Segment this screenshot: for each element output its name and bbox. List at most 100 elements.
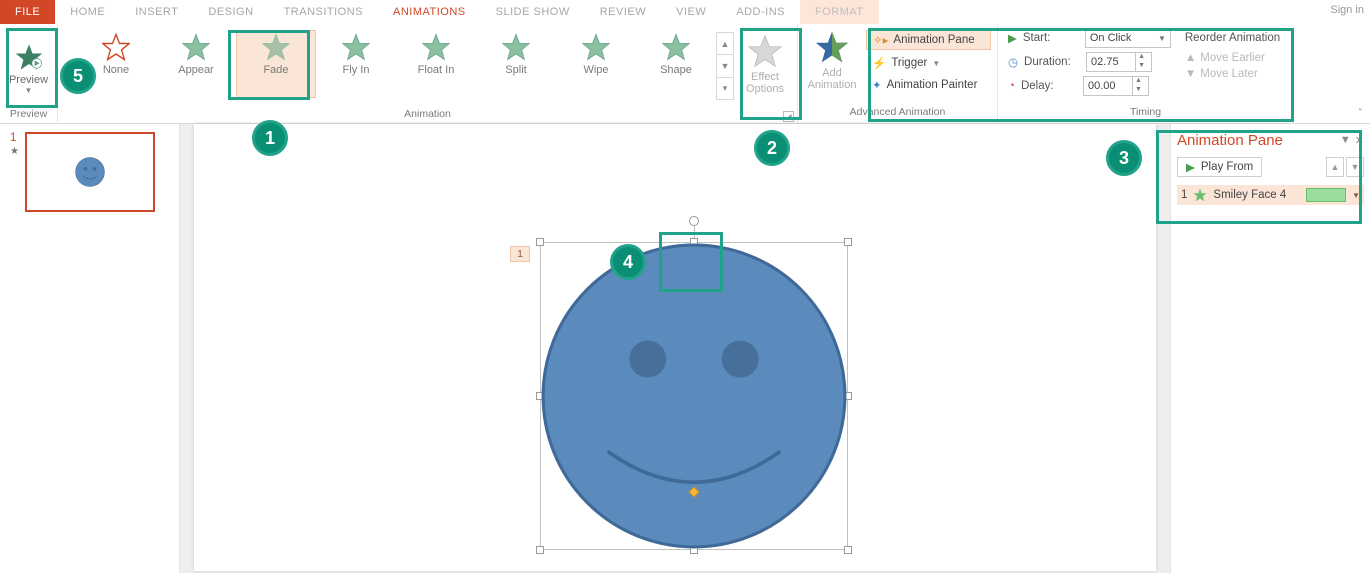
gallery-item-flyin[interactable]: Fly In xyxy=(316,30,396,98)
animation-entry-1[interactable]: 1 Smiley Face 4 ▼ xyxy=(1177,185,1364,205)
tab-home[interactable]: HOME xyxy=(55,0,120,24)
tab-file[interactable]: FILE xyxy=(0,0,55,24)
delay-input[interactable]: 00.00 ▲▼ xyxy=(1083,76,1149,96)
shape-star-icon xyxy=(662,33,690,61)
down-caret-icon: ▼ xyxy=(1185,68,1196,80)
gallery-item-floatin[interactable]: Float In xyxy=(396,30,476,98)
animation-gallery: None Appear Fade Fly In Float In xyxy=(58,26,800,106)
move-earlier-label: Move Earlier xyxy=(1200,52,1265,64)
delay-label: Delay: xyxy=(1021,80,1077,92)
start-play-icon: ▶ xyxy=(1008,31,1017,45)
effect-options-button[interactable]: Effect Options xyxy=(734,30,796,95)
trigger-label: Trigger xyxy=(891,57,927,69)
animation-pane-button[interactable]: ✧▸ Animation Pane xyxy=(866,30,991,50)
group-label-timing: Timing xyxy=(998,106,1293,122)
thumb-anim-star-icon: ★ xyxy=(10,146,19,157)
play-from-button[interactable]: ▶ Play From xyxy=(1177,157,1262,177)
thumb-number: 1 xyxy=(10,132,19,144)
gallery-item-appear[interactable]: Appear xyxy=(156,30,236,98)
preview-button[interactable]: Preview ▼ xyxy=(0,37,57,95)
duration-input[interactable]: 02.75 ▲▼ xyxy=(1086,52,1152,72)
animation-order-tag[interactable]: 1 xyxy=(510,246,530,262)
gallery-label: Appear xyxy=(157,64,235,76)
gallery-scroll-more[interactable]: ▾ xyxy=(717,78,733,99)
group-label-animation: Animation xyxy=(58,108,797,124)
start-label: Start: xyxy=(1023,32,1079,44)
flyin-star-icon xyxy=(342,33,370,61)
effect-options-label: Effect Options xyxy=(734,71,796,95)
smiley-shape-selection[interactable]: 1 xyxy=(540,242,848,550)
gallery-label: Split xyxy=(477,64,555,76)
callout-5: 5 xyxy=(60,58,96,94)
tab-slideshow[interactable]: SLIDE SHOW xyxy=(481,0,585,24)
callout-2: 2 xyxy=(754,130,790,166)
tab-transitions[interactable]: TRANSITIONS xyxy=(269,0,378,24)
gallery-scroll-down[interactable]: ▼ xyxy=(717,55,733,77)
gallery-item-split[interactable]: Split xyxy=(476,30,556,98)
gallery-scroll-up[interactable]: ▲ xyxy=(717,33,733,55)
duration-spinner[interactable]: ▲▼ xyxy=(1135,53,1147,71)
add-animation-button[interactable]: Add Animation xyxy=(804,28,860,106)
pane-close-icon[interactable]: ✕ xyxy=(1355,134,1364,147)
slide[interactable]: 1 xyxy=(194,124,1156,571)
animation-dialog-launcher[interactable]: ◢ xyxy=(783,111,794,122)
painter-icon: ✦ xyxy=(872,78,882,92)
group-label-advanced: Advanced Animation xyxy=(798,106,997,122)
tab-design[interactable]: DESIGN xyxy=(193,0,268,24)
duration-label: Duration: xyxy=(1024,56,1080,68)
rotate-connector xyxy=(694,226,695,238)
collapse-ribbon-icon[interactable]: ˇ xyxy=(1359,108,1362,119)
start-select[interactable]: On Click ▼ xyxy=(1085,28,1171,48)
move-down-mini-button[interactable]: ▼ xyxy=(1346,157,1364,177)
preview-star-icon xyxy=(15,43,43,71)
group-animation: None Appear Fade Fly In Float In xyxy=(58,24,798,124)
entry-star-icon xyxy=(1193,188,1207,202)
delay-spinner[interactable]: ▲▼ xyxy=(1132,77,1144,95)
thumb-smiley-icon xyxy=(75,157,105,187)
floatin-star-icon xyxy=(422,33,450,61)
appear-star-icon xyxy=(182,33,210,61)
tab-view[interactable]: VIEW xyxy=(661,0,721,24)
group-preview: Preview ▼ Preview xyxy=(0,24,58,124)
delay-value: 00.00 xyxy=(1088,80,1116,92)
up-caret-icon: ▲ xyxy=(1185,52,1196,64)
effect-options-star-icon xyxy=(748,34,782,68)
play-from-label: Play From xyxy=(1201,161,1253,173)
animation-pane: Animation Pane ▼ ✕ ▶ Play From ▲ ▼ 1 Smi… xyxy=(1170,124,1370,573)
gallery-label: Wipe xyxy=(557,64,635,76)
entry-duration-bar xyxy=(1306,188,1346,202)
callout-1: 1 xyxy=(252,120,288,156)
trigger-icon: ⚡ xyxy=(872,56,886,70)
move-up-mini-button[interactable]: ▲ xyxy=(1326,157,1344,177)
painter-label: Animation Painter xyxy=(887,79,978,91)
tab-review[interactable]: REVIEW xyxy=(585,0,661,24)
tab-format[interactable]: FORMAT xyxy=(800,0,879,24)
gallery-scroll: ▲ ▼ ▾ xyxy=(716,32,734,100)
gallery-label: Fade xyxy=(237,64,315,76)
gallery-item-fade[interactable]: Fade xyxy=(236,30,316,98)
none-star-icon xyxy=(102,33,130,61)
entry-num: 1 xyxy=(1181,189,1187,201)
tab-insert[interactable]: INSERT xyxy=(120,0,193,24)
gallery-item-shape[interactable]: Shape xyxy=(636,30,716,98)
rotate-handle[interactable] xyxy=(689,216,699,226)
move-later-button[interactable]: ▼Move Later xyxy=(1185,68,1280,80)
duration-value: 02.75 xyxy=(1091,56,1119,68)
animation-painter-button[interactable]: ✦ Animation Painter xyxy=(866,76,991,94)
slide-canvas-area: 1 xyxy=(180,124,1170,573)
dropdown-caret-icon: ▼ xyxy=(932,59,940,68)
pane-options-icon[interactable]: ▼ xyxy=(1340,134,1351,147)
trigger-button[interactable]: ⚡ Trigger ▼ xyxy=(866,54,991,72)
tab-animations[interactable]: ANIMATIONS xyxy=(378,0,481,24)
slide-thumbnail-1[interactable] xyxy=(25,132,155,212)
ribbon: Preview ▼ Preview None Appear Fade xyxy=(0,24,1370,124)
entry-dropdown-icon[interactable]: ▼ xyxy=(1352,191,1360,200)
wipe-star-icon xyxy=(582,33,610,61)
tab-addins[interactable]: ADD-INS xyxy=(721,0,800,24)
sign-in-link[interactable]: Sign in xyxy=(1330,4,1364,16)
gallery-item-wipe[interactable]: Wipe xyxy=(556,30,636,98)
preview-label: Preview xyxy=(0,74,57,86)
play-icon: ▶ xyxy=(1186,160,1195,174)
add-animation-star-icon xyxy=(815,30,849,64)
move-earlier-button[interactable]: ▲ Move Earlier xyxy=(1185,52,1280,64)
